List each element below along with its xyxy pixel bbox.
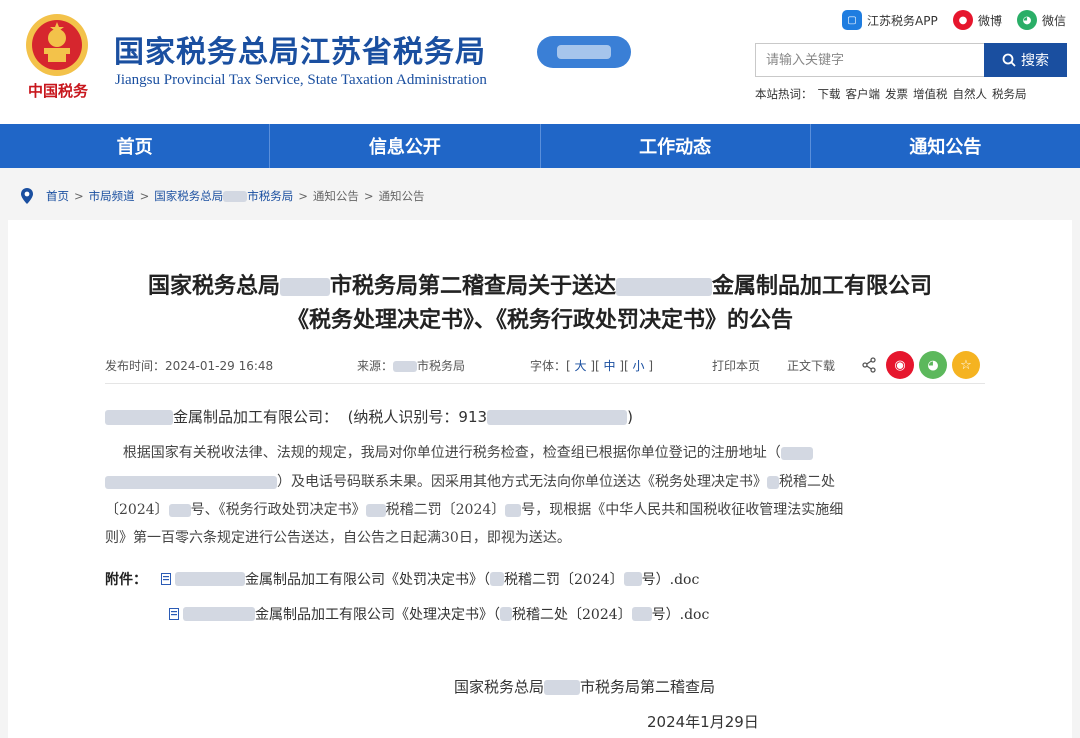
article-title-line2: 《税务处理决定书》、《税务行政处罚决定书》的公告: [286, 308, 793, 333]
doc-file-icon: [169, 608, 179, 620]
nav-work-updates[interactable]: 工作动态: [541, 124, 811, 168]
search-icon: [1002, 53, 1016, 67]
font-size-switcher: 字体：[ 大 ][ 中 ][ 小 ]: [530, 359, 654, 373]
app-icon: ▢: [842, 10, 862, 30]
wechat-icon: ◕: [1017, 10, 1037, 30]
font-large-button[interactable]: 大: [575, 359, 587, 373]
article-title-line1: 国家税务总局 市税务局第二稽查局关于送达 金属制品加工有限公司: [147, 274, 933, 299]
share-icon[interactable]: [861, 357, 877, 373]
share-wechat-icon[interactable]: ◕: [919, 351, 947, 379]
site-header: 中国税务 国家税务总局江苏省税务局 Jiangsu Provincial Tax…: [0, 0, 1080, 124]
nav-home[interactable]: 首页: [0, 124, 271, 168]
wechat-link[interactable]: ◕ 微信: [1017, 9, 1066, 31]
weibo-icon: ●: [953, 10, 973, 30]
main-nav: 首页 信息公开 工作动态 通知公告: [0, 124, 1080, 168]
attachment-link[interactable]: 金属制品加工有限公司《处罚决定书》（ 税稽二罚〔2024〕 号）.doc: [161, 569, 699, 589]
hot-word[interactable]: 客户端: [846, 87, 881, 101]
emblem-caption: 中国税务: [28, 82, 89, 100]
nav-notices[interactable]: 通知公告: [811, 124, 1080, 168]
font-medium-button[interactable]: 中: [604, 359, 616, 373]
hot-word[interactable]: 税务局: [992, 87, 1027, 101]
weibo-link-label: 微博: [978, 13, 1003, 28]
download-button[interactable]: 正文下载: [787, 357, 835, 374]
attachment-link[interactable]: 金属制品加工有限公司《处理决定书》（ 税稽二处〔2024〕 号）.doc: [169, 604, 709, 624]
breadcrumb-city[interactable]: 市局频道: [89, 188, 135, 204]
body-paragraph-line: 则》第一百零六条规定进行公告送达，自公告之日起满30日，即视为送达。: [105, 530, 571, 546]
search-input[interactable]: [755, 43, 984, 77]
addressee: 金属制品加工有限公司： (纳税人识别号：913): [105, 406, 633, 427]
body-paragraph-line: ）及电话号码联系未果。因采用其他方式无法向你单位送达《税务处理决定书》 税稽二处: [105, 471, 985, 491]
share-weibo-icon[interactable]: ◉: [886, 351, 914, 379]
search-button-label: 搜索: [1021, 53, 1049, 69]
attachment-label: 附件：: [105, 572, 147, 588]
hot-word[interactable]: 下载: [818, 87, 841, 101]
region-badge[interactable]: [537, 36, 631, 68]
article-source: 来源： 市税务局: [357, 359, 466, 373]
national-emblem-icon: [26, 14, 88, 76]
article-card: 国家税务总局 市税务局第二稽查局关于送达 金属制品加工有限公司 《税务处理决定书》、…: [8, 220, 1072, 738]
nav-info-disclosure[interactable]: 信息公开: [270, 124, 541, 168]
hot-words: 本站热词： 下载 客户端 发票 增值税 自然人 税务局: [755, 86, 1032, 102]
doc-file-icon: [161, 573, 171, 585]
weibo-link[interactable]: ● 微博: [953, 9, 1002, 31]
hot-word[interactable]: 发票: [885, 87, 908, 101]
breadcrumb-home[interactable]: 首页: [46, 188, 69, 204]
location-pin-icon: [21, 188, 33, 204]
publish-time: 发布时间：2024-01-29 16:48: [105, 359, 274, 373]
favorite-star-icon[interactable]: ☆: [952, 351, 980, 379]
search-button[interactable]: 搜索: [984, 43, 1067, 77]
app-link-label: 江苏税务APP: [867, 13, 938, 28]
share-bar: ◉ ◕ ☆: [861, 351, 980, 379]
breadcrumb-bureau[interactable]: 国家税务总局 市税务局: [154, 188, 293, 204]
site-title[interactable]: 国家税务总局江苏省税务局: [114, 27, 486, 71]
breadcrumb-current: 通知公告: [378, 189, 425, 203]
print-button[interactable]: 打印本页: [712, 357, 760, 374]
breadcrumb: 首页 > 市局频道 > 国家税务总局 市税务局 > 通知公告 > 通知公告: [20, 187, 425, 205]
meta-divider: [105, 383, 985, 384]
signature: 国家税务总局 市税务局第二稽查局: [454, 678, 716, 696]
signature-date: 2024年1月29日: [647, 713, 759, 731]
body-paragraph-line: 根据国家有关税收法律、法规的规定，我局对你单位进行税务检查，检查组已根据你单位登…: [105, 442, 985, 462]
body-paragraph-line: 〔2024〕 号、《税务行政处罚决定书》 税稽二罚〔2024〕 号，现根据《中华人民共…: [105, 502, 844, 518]
hot-word[interactable]: 增值税: [913, 87, 948, 101]
wechat-link-label: 微信: [1042, 13, 1067, 28]
breadcrumb-notices[interactable]: 通知公告: [313, 188, 359, 204]
site-subtitle: Jiangsu Provincial Tax Service, State Ta…: [115, 72, 487, 88]
app-link[interactable]: ▢ 江苏税务APP: [842, 9, 938, 31]
font-small-button[interactable]: 小: [633, 359, 645, 373]
hot-words-label: 本站热词：: [755, 87, 813, 101]
hot-word[interactable]: 自然人: [953, 87, 988, 101]
